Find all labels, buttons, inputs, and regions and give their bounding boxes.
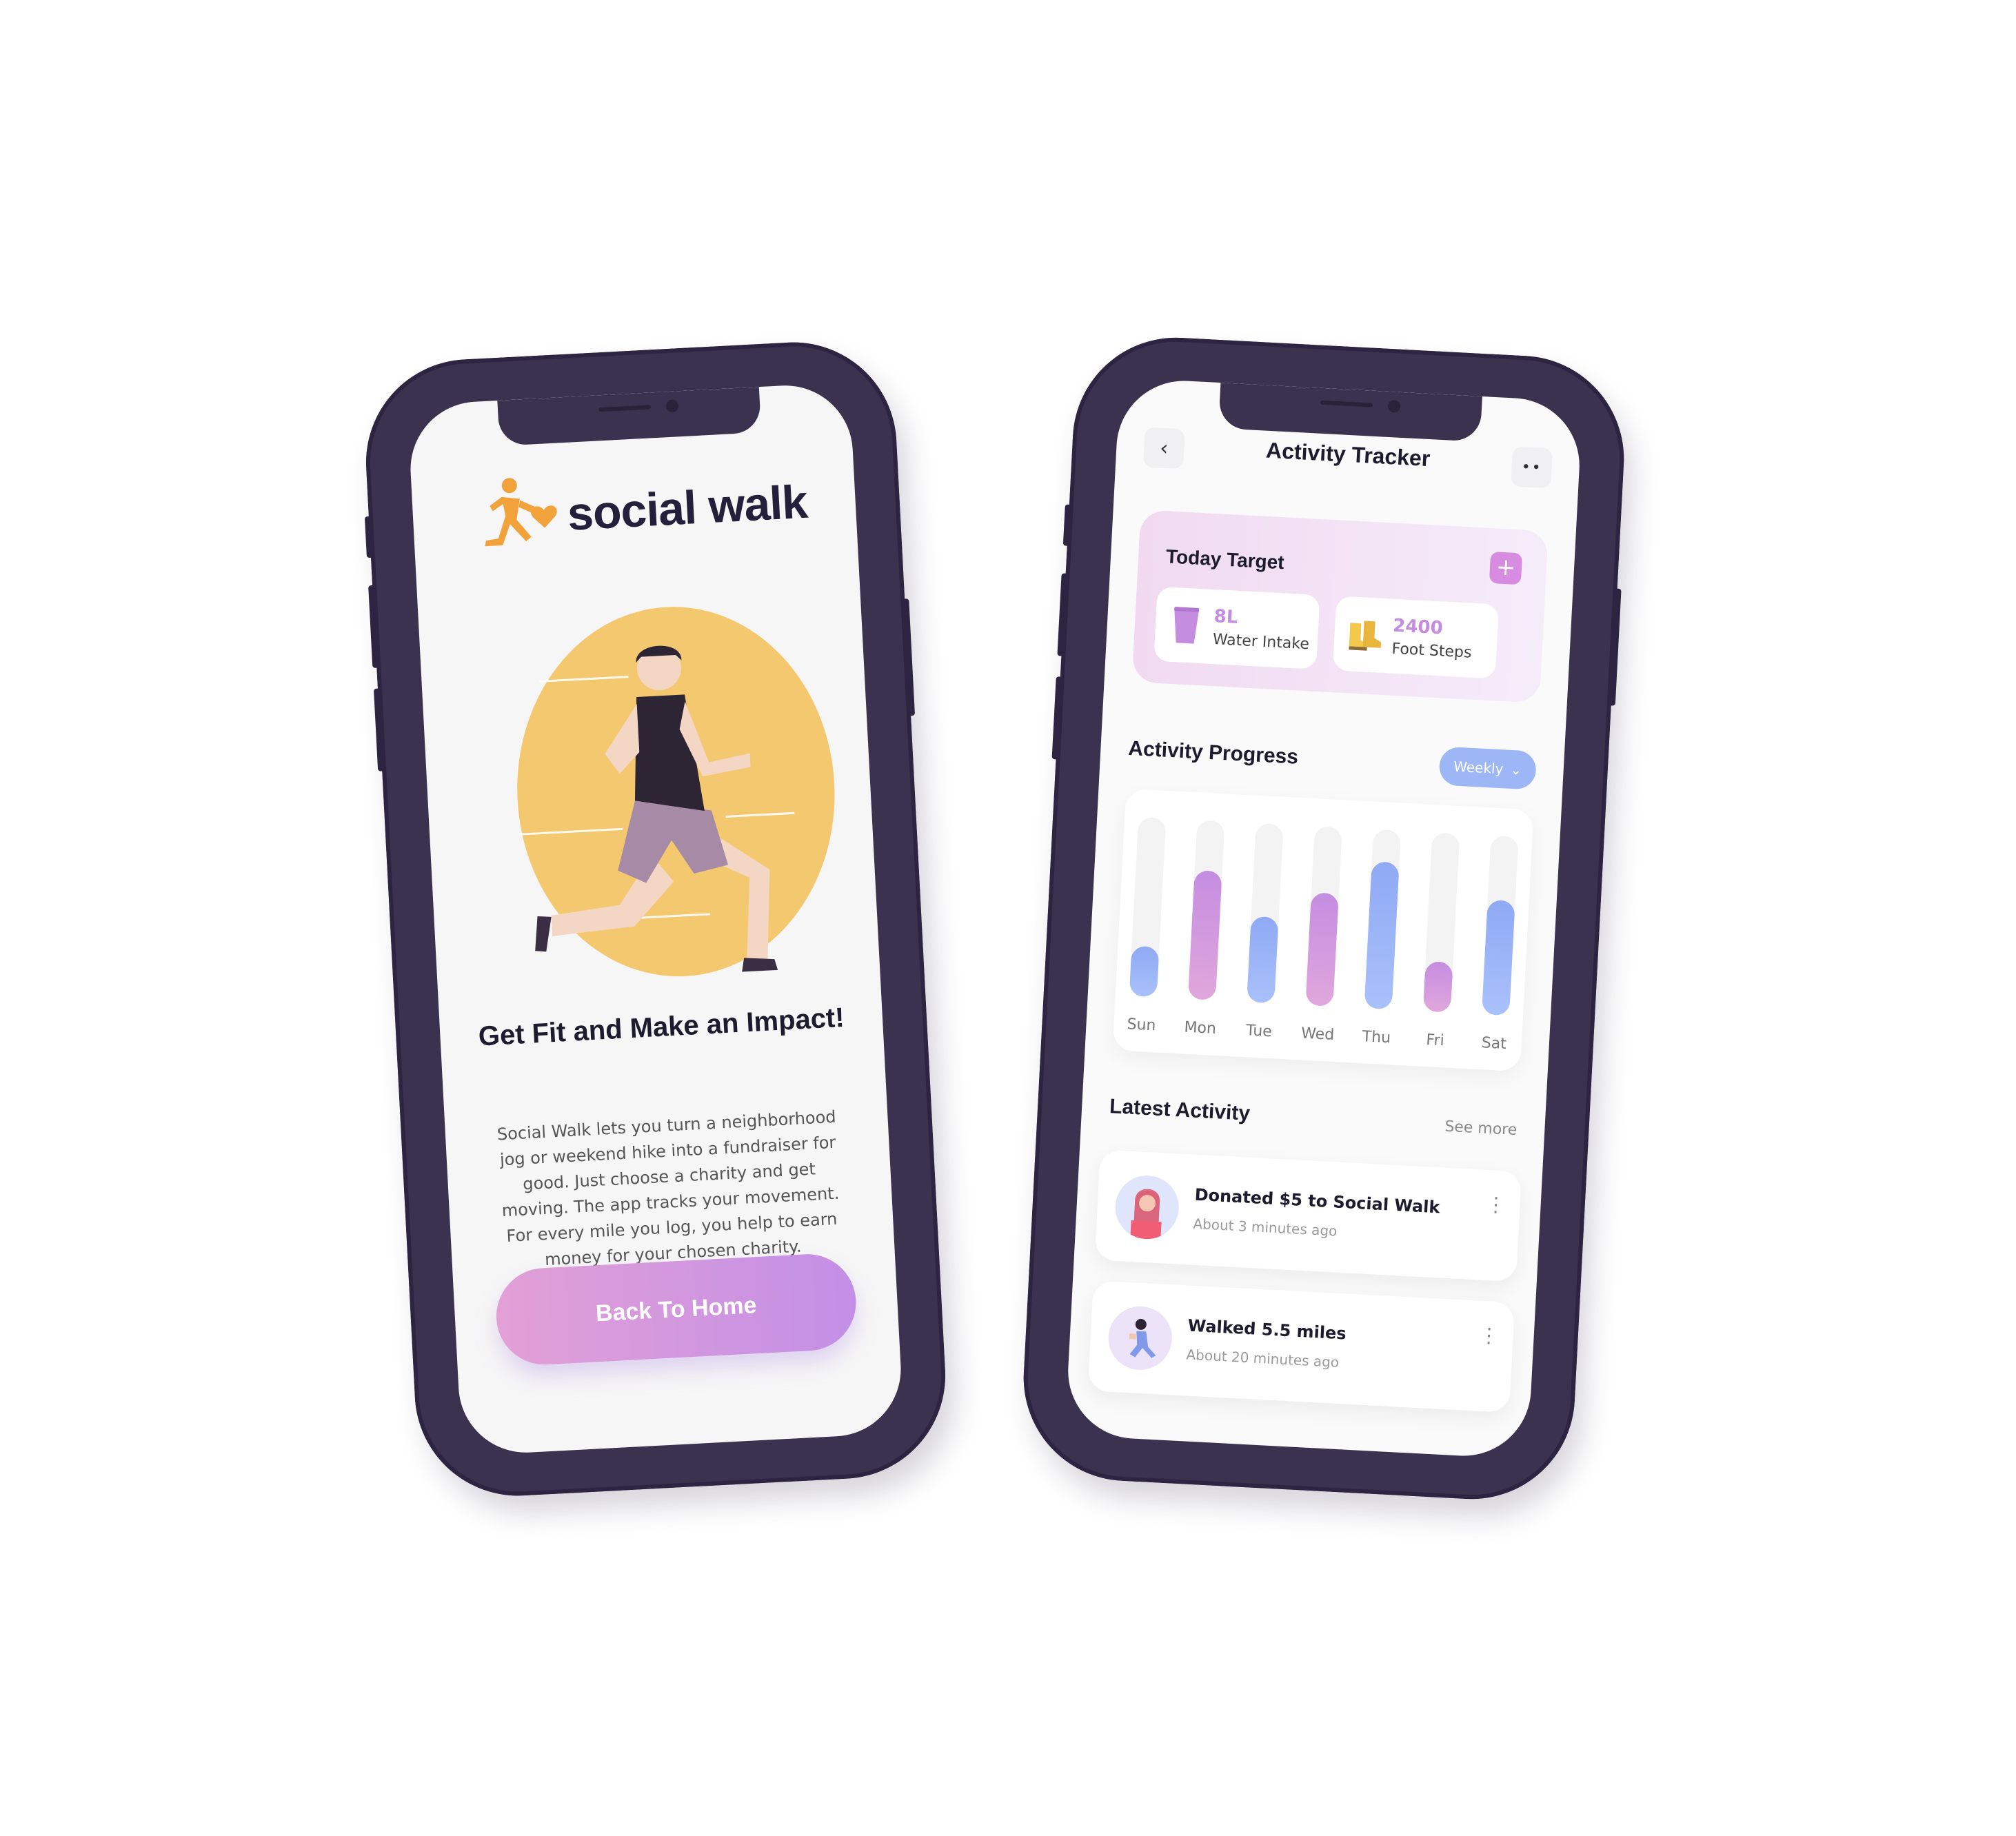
period-label: Weekly <box>1453 758 1504 778</box>
x-tick-label: Thu <box>1361 1028 1391 1047</box>
steps-value: 2400 <box>1392 615 1444 638</box>
today-target-card: Today Target + 8L Water Intake 2400 Foot… <box>1131 510 1549 703</box>
avatar <box>1107 1304 1174 1372</box>
today-target-label: Today Target <box>1165 545 1285 574</box>
bar-fri[interactable] <box>1423 961 1453 1013</box>
runner-heart-icon <box>485 478 557 547</box>
water-intake-tile[interactable]: 8L Water Intake <box>1153 586 1320 669</box>
x-tick-label: Sat <box>1481 1034 1507 1053</box>
power-button <box>1608 588 1622 706</box>
bar-sat[interactable] <box>1482 900 1515 1016</box>
screen-title: Activity Tracker <box>1265 437 1431 472</box>
phone-welcome: social walk Get Fit and Make an Impact! … <box>361 336 951 1502</box>
top-bar: ‹ Activity Tracker •• <box>1142 427 1553 492</box>
tracker-screen: ‹ Activity Tracker •• Today Target + 8L … <box>1065 377 1583 1460</box>
activity-time: About 20 minutes ago <box>1185 1346 1340 1371</box>
avatar <box>1113 1173 1181 1241</box>
foot-steps-tile[interactable]: 2400 Foot Steps <box>1332 596 1500 679</box>
brand-name: social walk <box>566 475 809 541</box>
add-target-button[interactable]: + <box>1489 551 1523 585</box>
bar-tue[interactable] <box>1247 916 1278 1004</box>
app-logo: social walk <box>473 461 809 561</box>
chevron-down-icon: ⌄ <box>1509 760 1522 778</box>
x-tick-label: Wed <box>1301 1025 1335 1044</box>
mute-switch <box>1062 504 1072 546</box>
water-value: 8L <box>1213 605 1239 628</box>
power-button <box>902 598 916 716</box>
activity-time: About 3 minutes ago <box>1192 1215 1338 1240</box>
activity-title: Walked 5.5 miles <box>1187 1315 1347 1344</box>
activity-chart: Sun Mon Tue Wed Thu Fri Sat <box>1112 788 1534 1072</box>
bar-wed[interactable] <box>1305 892 1339 1007</box>
x-tick-label: Fri <box>1426 1031 1444 1049</box>
activity-title: Donated $5 to Social Walk <box>1194 1184 1441 1218</box>
runner-illustration <box>517 607 835 977</box>
phone-tracker: ‹ Activity Tracker •• Today Target + 8L … <box>1018 332 1629 1504</box>
back-to-home-button[interactable]: Back To Home <box>494 1251 858 1367</box>
mute-switch <box>364 516 374 558</box>
water-label: Water Intake <box>1212 630 1310 653</box>
hero-title: Get Fit and Make an Impact! <box>477 1002 845 1052</box>
water-cup-icon <box>1167 604 1204 647</box>
volume-down-button <box>1051 676 1063 760</box>
kebab-menu-icon[interactable]: · · · <box>1492 1187 1500 1223</box>
volume-down-button <box>373 688 385 771</box>
bar-mon[interactable] <box>1188 870 1222 1000</box>
bar-thu[interactable] <box>1364 861 1400 1009</box>
latest-activity-header: Latest Activity See more <box>1109 1095 1518 1151</box>
more-dots-icon: •• <box>1521 458 1543 477</box>
kebab-menu-icon[interactable]: · · · <box>1485 1318 1493 1354</box>
period-dropdown[interactable]: Weekly ⌄ <box>1438 746 1538 790</box>
activity-progress-header: Activity Progress Weekly ⌄ <box>1127 730 1538 793</box>
x-tick-label: Tue <box>1245 1022 1273 1040</box>
activity-bar-chart: Sun Mon Tue Wed Thu Fri Sat <box>1127 817 1518 1053</box>
volume-up-button <box>1057 573 1069 656</box>
volume-up-button <box>368 585 380 668</box>
steps-label: Foot Steps <box>1391 640 1473 662</box>
welcome-screen: social walk Get Fit and Make an Impact! … <box>407 382 905 1456</box>
bar-sun[interactable] <box>1129 946 1160 998</box>
activity-progress-title: Activity Progress <box>1127 736 1299 769</box>
plus-icon: + <box>1495 553 1517 582</box>
latest-activity-title: Latest Activity <box>1109 1095 1251 1125</box>
notch <box>497 387 762 446</box>
boots-icon <box>1346 613 1384 656</box>
more-button[interactable]: •• <box>1511 446 1553 489</box>
x-tick-label: Mon <box>1184 1019 1217 1038</box>
x-tick-label: Sun <box>1127 1016 1156 1034</box>
activity-item-donation[interactable]: Donated $5 to Social Walk About 3 minute… <box>1094 1149 1522 1282</box>
activity-item-walk[interactable]: Walked 5.5 miles About 20 minutes ago · ·… <box>1087 1280 1515 1413</box>
hero-description: Social Walk lets you turn a neighborhood… <box>496 1107 840 1270</box>
see-more-link[interactable]: See more <box>1444 1118 1518 1139</box>
